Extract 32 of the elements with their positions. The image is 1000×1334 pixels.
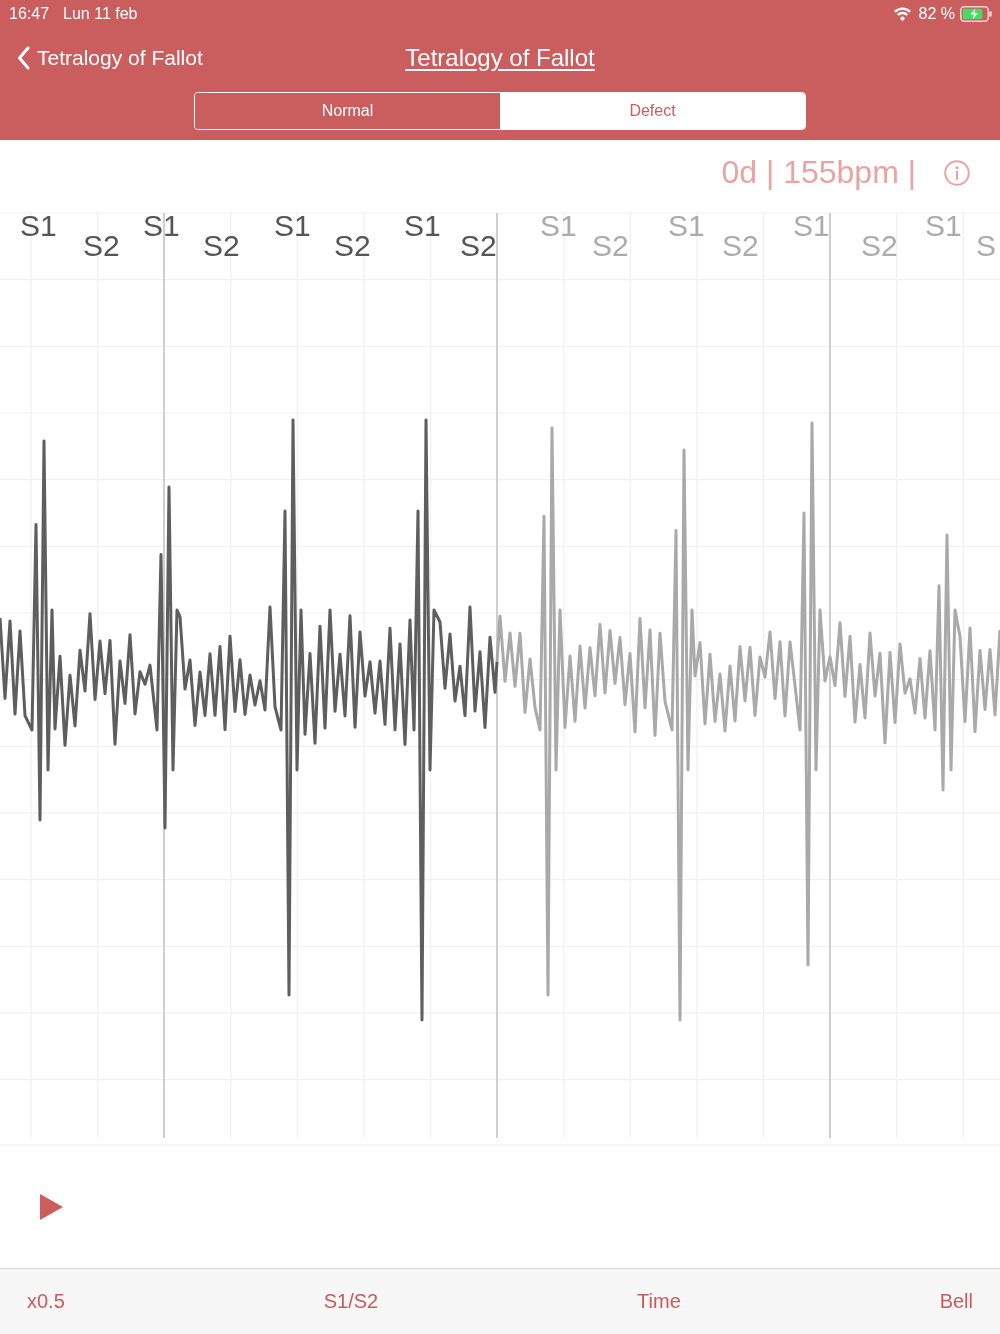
heart-sound-label: S2: [83, 229, 120, 262]
heart-sound-label: S1: [540, 209, 577, 242]
battery-icon: [960, 5, 992, 22]
chevron-left-icon: [17, 46, 30, 70]
toolbar-button[interactable]: x0.5: [27, 1290, 65, 1313]
play-icon[interactable]: [40, 1194, 63, 1220]
nav-title: Tetralogy of Fallot: [405, 44, 595, 72]
heart-sound-label: S1: [404, 209, 441, 242]
heart-sound-label: S: [976, 229, 996, 262]
heart-rate-readout: 0d | 155bpm |: [721, 154, 916, 191]
heart-sound-label: S1: [274, 209, 311, 242]
heart-sound-label: S2: [334, 229, 371, 262]
heart-sound-label: S2: [203, 229, 240, 262]
status-time: 16:47: [9, 4, 50, 23]
heart-sound-label: S1: [668, 209, 705, 242]
heart-sound-label: S1: [925, 209, 962, 242]
toolbar-button[interactable]: Time: [637, 1290, 681, 1313]
heart-sound-label: S2: [861, 229, 898, 262]
heart-sound-label: S2: [592, 229, 629, 262]
toolbar-button[interactable]: S1/S2: [323, 1290, 379, 1313]
wifi-icon: [892, 6, 912, 21]
heart-sound-label: S1: [20, 209, 57, 242]
toolbar-button[interactable]: Bell: [939, 1290, 973, 1313]
battery-percent: 82 %: [918, 4, 955, 23]
heart-sound-label: S2: [722, 229, 759, 262]
heart-sound-label: S1: [793, 209, 830, 242]
heart-sound-label: S1: [143, 209, 180, 242]
segment-tab[interactable]: Defect: [500, 93, 805, 129]
status-date: Lun 11 feb: [63, 4, 138, 23]
info-icon[interactable]: [944, 159, 970, 186]
back-button[interactable]: Tetralogy of Fallot: [0, 46, 203, 70]
heart-sound-label: S2: [460, 229, 497, 262]
